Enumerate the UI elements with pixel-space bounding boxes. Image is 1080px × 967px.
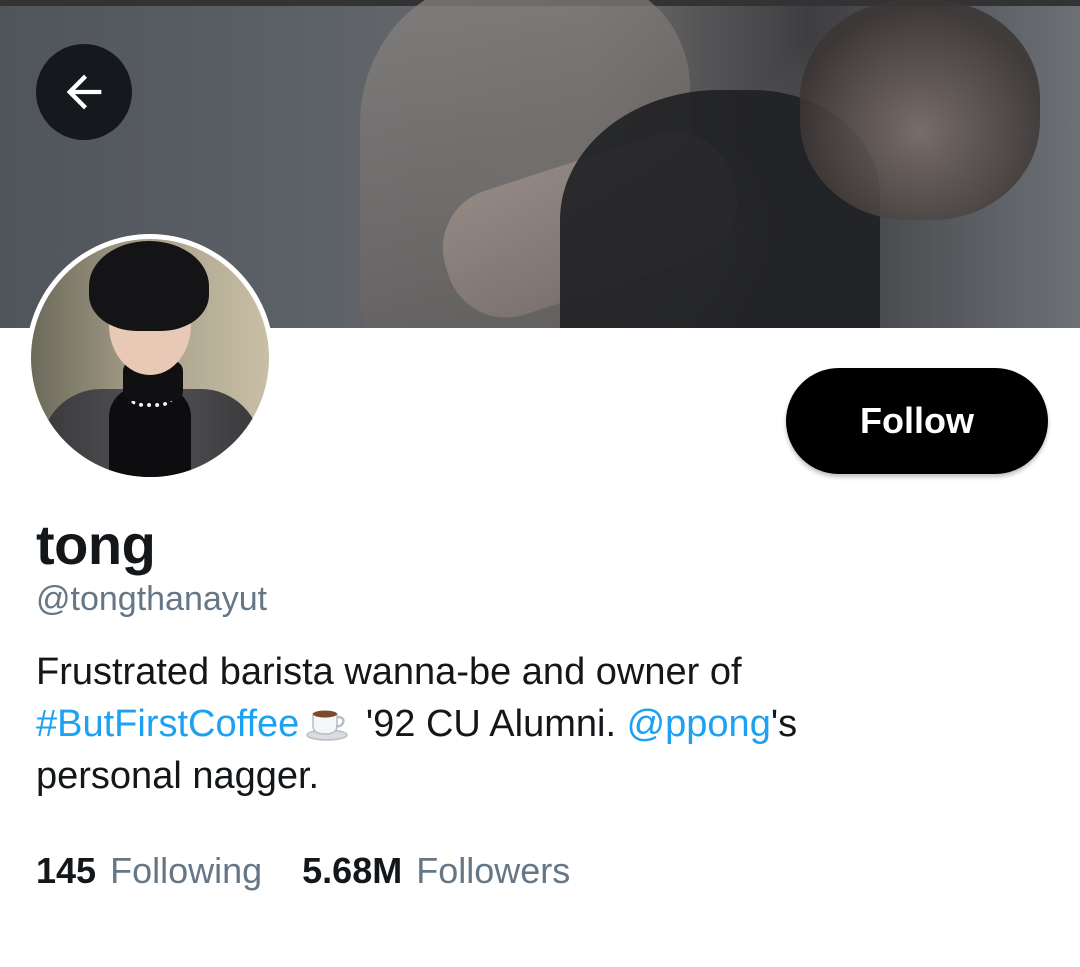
followers-count: 5.68M	[302, 850, 403, 891]
arrow-left-icon	[66, 74, 102, 110]
following-count: 145	[36, 850, 97, 891]
coffee-cup-icon	[305, 702, 349, 742]
bio-text: 's	[770, 703, 798, 745]
followers-link[interactable]: 5.68M Followers	[302, 850, 570, 892]
bio-text: personal nagger.	[36, 755, 320, 797]
avatar-hair	[89, 241, 209, 331]
avatar[interactable]	[26, 234, 274, 482]
back-button[interactable]	[36, 44, 132, 140]
profile-stats: 145 Following 5.68M Followers	[36, 850, 610, 892]
avatar-photo	[31, 239, 269, 477]
profile-name: tong	[36, 513, 156, 576]
mention-link[interactable]: @ppong	[627, 703, 771, 745]
profile-page: Follow tong @tongthanayut Frustrated bar…	[0, 0, 1080, 967]
hashtag-link[interactable]: #ButFirstCoffee	[36, 703, 299, 745]
following-label: Following	[110, 850, 263, 891]
bio-text: Frustrated barista wanna-be and owner of	[36, 651, 742, 693]
profile-bio: Frustrated barista wanna-be and owner of…	[36, 646, 1036, 802]
followers-label: Followers	[416, 850, 571, 891]
following-link[interactable]: 145 Following	[36, 850, 262, 892]
banner-figure-head	[800, 0, 1040, 220]
profile-handle: @tongthanayut	[36, 580, 268, 618]
bio-text: '92 CU Alumni.	[365, 703, 617, 745]
follow-button[interactable]: Follow	[786, 368, 1048, 474]
